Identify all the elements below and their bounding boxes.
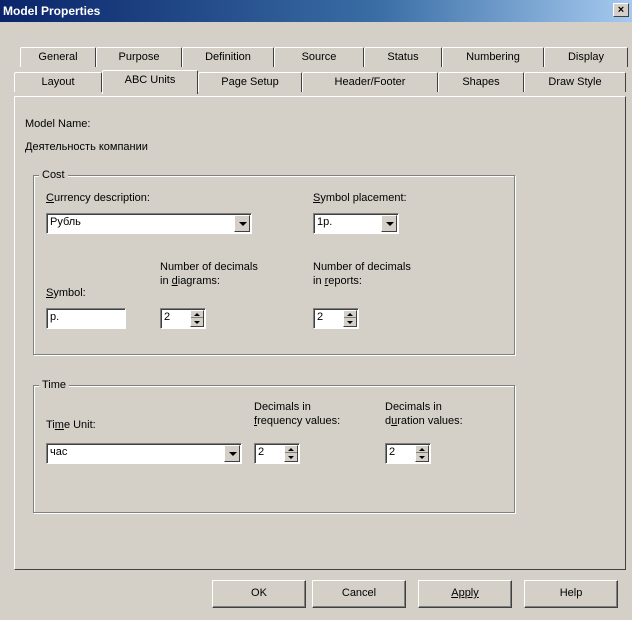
chevron-down-icon[interactable] xyxy=(234,215,250,232)
decimals-diagrams-label-line2: in diagrams: xyxy=(160,275,220,287)
close-icon: × xyxy=(617,4,625,16)
symbol-placement-value: 1р. xyxy=(317,216,333,228)
duration-label-line1: Decimals in xyxy=(385,401,442,413)
window-title: Model Properties xyxy=(3,4,101,18)
title-bar: Model Properties × xyxy=(0,0,632,22)
tab-draw-style[interactable]: Draw Style xyxy=(524,72,626,92)
help-button[interactable]: Help xyxy=(524,580,618,608)
tab-purpose[interactable]: Purpose xyxy=(96,47,182,67)
symbol-label: Symbol: xyxy=(46,287,86,299)
decimals-reports-label-line1: Number of decimals xyxy=(313,261,411,273)
frequency-decimals-stepper[interactable]: 2 xyxy=(254,443,300,464)
tab-status[interactable]: Status xyxy=(364,47,442,67)
apply-button[interactable]: Apply xyxy=(418,580,512,608)
symbol-input[interactable]: р. xyxy=(46,308,126,329)
tab-display[interactable]: Display xyxy=(544,47,628,67)
decimals-reports-value: 2 xyxy=(317,311,324,323)
time-unit-dropdown[interactable]: час xyxy=(46,443,242,464)
frequency-label-line1: Decimals in xyxy=(254,401,311,413)
decimals-diagrams-stepper[interactable]: 2 xyxy=(160,308,206,329)
tab-header-footer[interactable]: Header/Footer xyxy=(302,72,438,92)
symbol-placement-label: Symbol placement: xyxy=(313,192,407,204)
tab-numbering[interactable]: Numbering xyxy=(442,47,544,67)
currency-description-label: Currency description: xyxy=(46,192,150,204)
tab-shapes[interactable]: Shapes xyxy=(438,72,524,92)
spin-icon[interactable] xyxy=(190,310,204,327)
tab-general[interactable]: General xyxy=(20,47,96,67)
cost-group-label: Cost xyxy=(39,168,68,182)
tab-page-setup[interactable]: Page Setup xyxy=(198,72,302,92)
decimals-reports-label-line2: in reports: xyxy=(313,275,362,287)
spin-icon[interactable] xyxy=(343,310,357,327)
frequency-label-line2: frequency values: xyxy=(254,415,341,427)
decimals-diagrams-value: 2 xyxy=(164,311,171,323)
cancel-button[interactable]: Cancel xyxy=(312,580,406,608)
decimals-diagrams-label-line1: Number of decimals xyxy=(160,261,258,273)
duration-decimals-value: 2 xyxy=(389,446,396,458)
currency-description-dropdown[interactable]: Рубль xyxy=(46,213,252,234)
tab-abc-units[interactable]: ABC Units xyxy=(102,70,198,94)
tab-layout[interactable]: Layout xyxy=(14,72,102,92)
symbol-value: р. xyxy=(50,311,60,323)
currency-description-value: Рубль xyxy=(50,216,81,228)
tab-definition[interactable]: Definition xyxy=(182,47,274,67)
ok-button[interactable]: OK xyxy=(212,580,306,608)
duration-label-line2: duration values: xyxy=(385,415,463,427)
time-group-label: Time xyxy=(39,378,70,392)
frequency-decimals-value: 2 xyxy=(258,446,265,458)
close-button[interactable]: × xyxy=(613,3,629,17)
decimals-reports-stepper[interactable]: 2 xyxy=(313,308,359,329)
symbol-placement-dropdown[interactable]: 1р. xyxy=(313,213,399,234)
chevron-down-icon[interactable] xyxy=(381,215,397,232)
model-name-value: Деятельность компании xyxy=(25,141,148,153)
time-unit-value: час xyxy=(50,446,68,458)
abc-units-panel: Model Name: Деятельность компании Cost C… xyxy=(14,96,626,570)
chevron-down-icon[interactable] xyxy=(224,445,240,462)
tab-source[interactable]: Source xyxy=(274,47,364,67)
spin-icon[interactable] xyxy=(415,445,429,462)
time-unit-label: Time Unit: xyxy=(46,419,96,431)
duration-decimals-stepper[interactable]: 2 xyxy=(385,443,431,464)
model-name-label: Model Name: xyxy=(25,118,91,130)
spin-icon[interactable] xyxy=(284,445,298,462)
